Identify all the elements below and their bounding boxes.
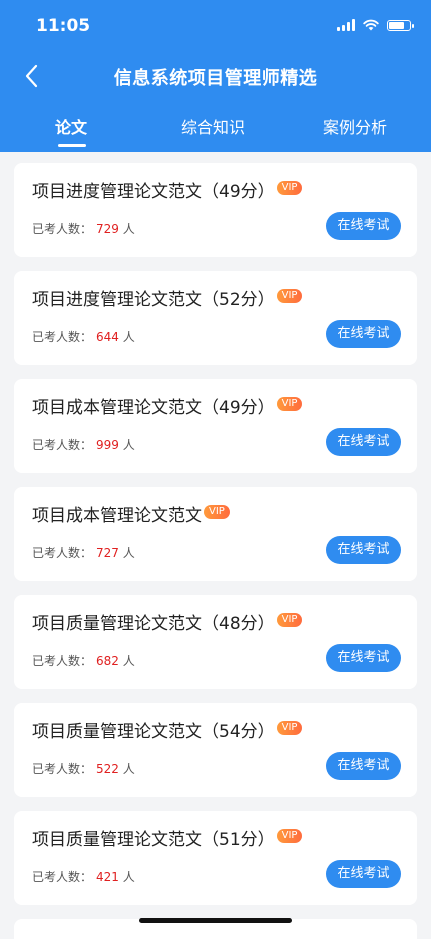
count-label: 已考人数： [32, 654, 93, 668]
list-item[interactable]: 项目进度管理论文范文（49分） VIP 已考人数： 729 人 在线考试 [14, 163, 417, 257]
status-time: 11:05 [36, 16, 91, 36]
count-suffix: 人 [122, 654, 135, 668]
vip-badge: VIP [276, 396, 303, 411]
list-item[interactable]: 项目质量管理论文范文（54分） VIP 已考人数： 522 人 在线考试 [14, 703, 417, 797]
item-title: 项目质量管理论文范文（51分） [32, 830, 275, 850]
vip-badge: VIP [276, 612, 303, 627]
online-exam-button[interactable]: 在线考试 [326, 644, 401, 672]
online-exam-button[interactable]: 在线考试 [326, 428, 401, 456]
item-title-row: 项目进度管理论文范文（49分） VIP [32, 177, 303, 202]
active-tab-indicator [58, 144, 86, 147]
exam-count: 已考人数： 727 人 [32, 544, 135, 561]
app-header: 11:05 信息系统项目管理师精选 论文 综合知识 案例分析 [0, 0, 431, 152]
exam-count: 已考人数： 682 人 [32, 652, 135, 669]
exam-count: 已考人数： 522 人 [32, 760, 135, 777]
count-label: 已考人数： [32, 222, 93, 236]
count-label: 已考人数： [32, 438, 93, 452]
count-value: 999 [96, 438, 119, 452]
item-title-row: 项目成本管理论文范文（49分） VIP [32, 393, 303, 418]
tab-essay[interactable]: 论文 [55, 114, 87, 138]
count-suffix: 人 [122, 546, 135, 560]
vip-badge: VIP [276, 720, 303, 735]
item-title: 项目进度管理论文范文（52分） [32, 290, 275, 310]
exam-list: 项目进度管理论文范文（49分） VIP 已考人数： 729 人 在线考试 项目进度管… [14, 163, 417, 939]
exam-count: 已考人数： 729 人 [32, 220, 135, 237]
battery-icon [387, 19, 414, 31]
online-exam-button[interactable]: 在线考试 [326, 752, 401, 780]
count-value: 522 [96, 762, 119, 776]
count-suffix: 人 [122, 762, 135, 776]
tab-case-analysis[interactable]: 案例分析 [323, 114, 387, 138]
count-label: 已考人数： [32, 330, 93, 344]
count-suffix: 人 [122, 870, 135, 884]
home-indicator[interactable] [139, 918, 292, 923]
count-value: 421 [96, 870, 119, 884]
status-icons [337, 19, 414, 31]
vip-badge: VIP [276, 828, 303, 843]
count-value: 729 [96, 222, 119, 236]
count-value: 644 [96, 330, 119, 344]
count-suffix: 人 [122, 330, 135, 344]
item-title: 项目质量管理论文范文（54分） [32, 722, 275, 742]
item-title-row: 项目质量管理论文范文（51分） VIP [32, 825, 303, 850]
list-item[interactable]: 项目进度管理论文范文（52分） VIP 已考人数： 644 人 在线考试 [14, 271, 417, 365]
list-item[interactable]: 项目质量管理论文范文（48分） VIP 已考人数： 682 人 在线考试 [14, 595, 417, 689]
count-suffix: 人 [122, 438, 135, 452]
signal-icon [337, 19, 355, 31]
tab-general-knowledge[interactable]: 综合知识 [181, 114, 245, 138]
item-title-row: 项目成本管理论文范文 VIP [32, 501, 230, 526]
count-value: 727 [96, 546, 119, 560]
vip-badge: VIP [276, 180, 303, 195]
list-item[interactable]: 项目质量管理论文范文（51分） VIP 已考人数： 421 人 在线考试 [14, 811, 417, 905]
vip-badge: VIP [204, 504, 230, 519]
count-label: 已考人数： [32, 870, 93, 884]
list-item[interactable]: 项目成本管理论文范文（49分） VIP 已考人数： 999 人 在线考试 [14, 379, 417, 473]
online-exam-button[interactable]: 在线考试 [326, 860, 401, 888]
online-exam-button[interactable]: 在线考试 [326, 212, 401, 240]
count-label: 已考人数： [32, 546, 93, 560]
wifi-icon [363, 19, 379, 31]
vip-badge: VIP [276, 288, 303, 303]
item-title: 项目成本管理论文范文（49分） [32, 398, 275, 418]
online-exam-button[interactable]: 在线考试 [326, 536, 401, 564]
item-title: 项目进度管理论文范文（49分） [32, 182, 275, 202]
page-title: 信息系统项目管理师精选 [113, 68, 318, 89]
item-title-row: 项目进度管理论文范文（52分） VIP [32, 285, 303, 310]
exam-count: 已考人数： 644 人 [32, 328, 135, 345]
count-label: 已考人数： [32, 762, 93, 776]
list-item[interactable]: 项目成本管理论文范文 VIP 已考人数： 727 人 在线考试 [14, 487, 417, 581]
item-title-row: 项目质量管理论文范文（48分） VIP [32, 609, 303, 634]
item-title: 项目成本管理论文范文 [32, 506, 202, 526]
item-title-row: 项目质量管理论文范文（54分） VIP [32, 717, 303, 742]
online-exam-button[interactable]: 在线考试 [326, 320, 401, 348]
count-value: 682 [96, 654, 119, 668]
exam-count: 已考人数： 999 人 [32, 436, 135, 453]
count-suffix: 人 [122, 222, 135, 236]
item-title: 项目质量管理论文范文（48分） [32, 614, 275, 634]
exam-count: 已考人数： 421 人 [32, 868, 135, 885]
